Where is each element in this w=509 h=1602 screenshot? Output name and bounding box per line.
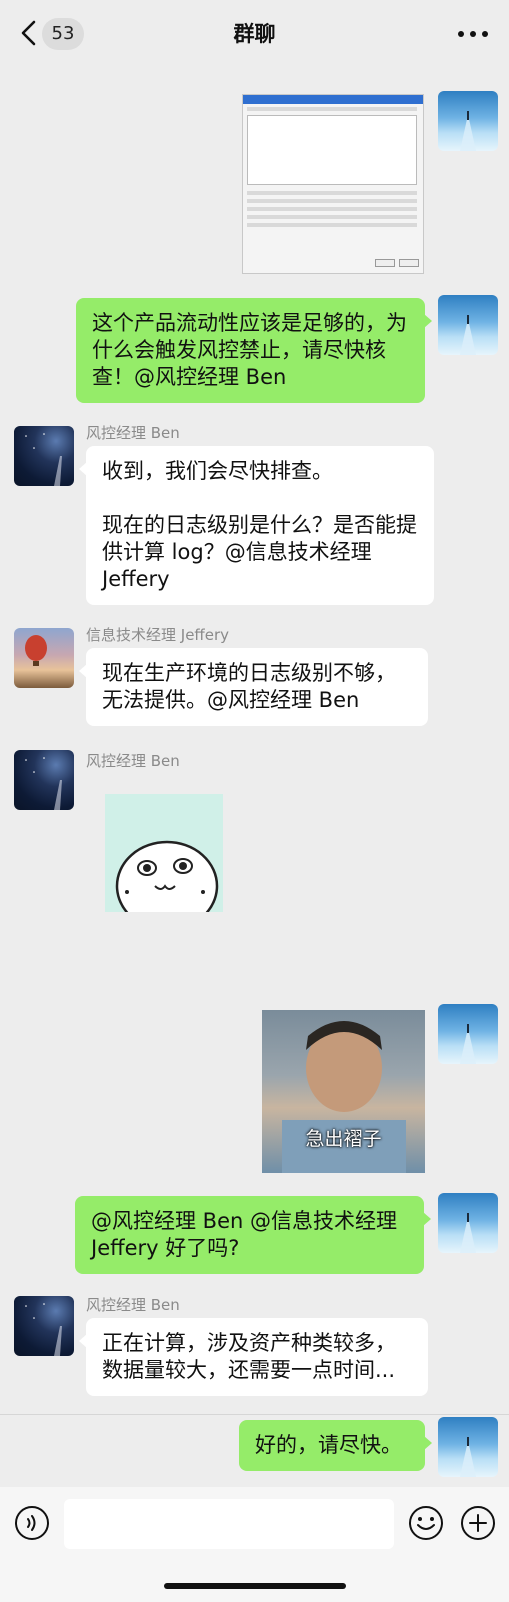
meme-image[interactable]: 急出褶子 — [262, 1010, 425, 1173]
message-bubble[interactable]: 好的，请尽快。 — [239, 1420, 432, 1471]
own-avatar[interactable] — [438, 295, 498, 355]
own-avatar[interactable] — [438, 91, 498, 151]
sender-name: 风控经理 Ben — [86, 424, 180, 442]
sender-name: 风控经理 Ben — [86, 752, 180, 770]
own-avatar[interactable] — [438, 1193, 498, 1253]
chat-header: 53 群聊 — [0, 0, 509, 66]
sticker-image[interactable] — [105, 794, 223, 912]
message-bubble[interactable]: 现在生产环境的日志级别不够，无法提供。@风控经理 Ben — [79, 648, 428, 726]
message-bubble[interactable]: 这个产品流动性应该是足够的，为什么会触发风控禁止，请尽快核查！@风控经理 Ben — [76, 298, 432, 403]
shared-screenshot-image[interactable] — [242, 94, 424, 274]
divider — [0, 1414, 509, 1415]
sender-avatar[interactable] — [14, 426, 74, 486]
emoji-icon[interactable] — [408, 1505, 444, 1541]
message-bubble[interactable]: @风控经理 Ben @信息技术经理 Jeffery 好了吗? — [75, 1196, 431, 1274]
more-icon[interactable] — [455, 22, 491, 46]
sender-name: 信息技术经理 Jeffery — [86, 626, 230, 644]
sender-avatar[interactable] — [14, 750, 74, 810]
sender-avatar[interactable] — [14, 1296, 74, 1356]
own-avatar[interactable] — [438, 1004, 498, 1064]
home-indicator[interactable] — [164, 1583, 346, 1589]
message-input[interactable] — [64, 1499, 394, 1549]
meme-caption: 急出褶子 — [305, 1128, 382, 1150]
sender-name: 风控经理 Ben — [86, 1296, 180, 1314]
voice-icon[interactable] — [14, 1505, 50, 1541]
message-bubble[interactable]: 收到，我们会尽快排查。 现在的日志级别是什么？是否能提供计算 log？@信息技术… — [79, 446, 434, 605]
own-avatar[interactable] — [438, 1417, 498, 1477]
chat-title: 群聊 — [233, 22, 276, 46]
message-bubble[interactable]: 正在计算，涉及资产种类较多，数据量较大，还需要一点时间... — [79, 1318, 428, 1396]
sender-avatar[interactable] — [14, 628, 74, 688]
plus-icon[interactable] — [460, 1505, 496, 1541]
